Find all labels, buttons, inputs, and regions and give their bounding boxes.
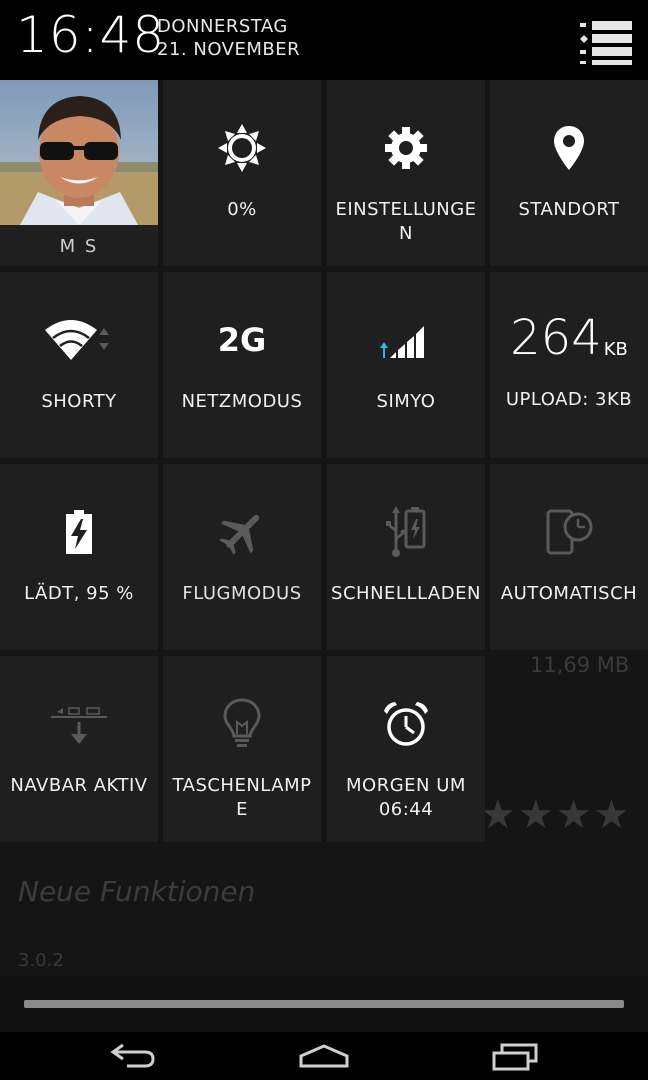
tile-mobile-data[interactable]: SIMYO bbox=[327, 272, 485, 458]
tile-network-mode[interactable]: 2G NETZMODUS bbox=[163, 272, 321, 458]
lightbulb-icon bbox=[163, 696, 321, 752]
tile-battery[interactable]: LÄDT, 95 % bbox=[0, 464, 158, 650]
brightness-sun-icon bbox=[163, 120, 321, 176]
airplane-icon bbox=[163, 504, 321, 560]
user-name: M S bbox=[59, 236, 99, 257]
tile-airplane[interactable]: FLUGMODUS bbox=[163, 464, 321, 650]
navbar-label: NAVBAR AKTIV bbox=[10, 775, 148, 796]
battery-charging-icon bbox=[0, 504, 158, 560]
network-mode-icon: 2G bbox=[163, 312, 321, 368]
clock[interactable]: 16:48 bbox=[16, 6, 165, 64]
tile-traffic[interactable]: 264 KB UPLOAD: 3KB bbox=[490, 272, 648, 458]
traffic-label: UPLOAD: 3KB bbox=[505, 389, 633, 410]
tile-flashlight[interactable]: TASCHENLAMPE bbox=[163, 656, 321, 842]
whats-new-heading: Neue Funktionen bbox=[18, 875, 256, 908]
tile-wifi[interactable]: SHORTY bbox=[0, 272, 158, 458]
flashlight-label: TASCHENLAMPE bbox=[172, 775, 312, 820]
list-settings-icon[interactable] bbox=[578, 18, 634, 66]
traffic-unit: KB bbox=[603, 339, 628, 360]
date[interactable]: 21. NOVEMBER bbox=[157, 39, 300, 60]
tile-navbar[interactable]: NAVBAR AKTIV bbox=[0, 656, 158, 842]
tile-alarm[interactable]: MORGEN UM 06:44 bbox=[327, 656, 485, 842]
navigation-bar bbox=[0, 1032, 648, 1080]
auto-rotate-label: AUTOMATISCH bbox=[500, 583, 638, 604]
airplane-label: FLUGMODUS bbox=[182, 583, 302, 604]
network-mode-text: 2G bbox=[217, 321, 267, 359]
version-text: 3.0.2 bbox=[18, 950, 64, 971]
tile-fast-charge[interactable]: SCHNELLLADEN bbox=[327, 464, 485, 650]
location-pin-icon bbox=[490, 120, 648, 176]
quick-settings-panel: M S 0% EINSTELLUNGEN STANDORT SHORTY 2G … bbox=[0, 80, 648, 848]
status-header: 16:48 DONNERSTAG 21. NOVEMBER bbox=[0, 0, 648, 80]
drawer-handle-fill bbox=[24, 1000, 624, 1008]
fast-charge-label: SCHNELLLADEN bbox=[331, 583, 481, 604]
settings-label: EINSTELLUNGEN bbox=[335, 199, 477, 244]
weekday[interactable]: DONNERSTAG bbox=[157, 16, 288, 37]
mobile-data-label: SIMYO bbox=[376, 391, 436, 412]
tile-brightness[interactable]: 0% bbox=[163, 80, 321, 266]
tile-auto-rotate[interactable]: AUTOMATISCH bbox=[490, 464, 648, 650]
drawer-handle[interactable] bbox=[24, 1000, 624, 1008]
alarm-label: MORGEN UM 06:44 bbox=[346, 775, 466, 820]
tile-settings[interactable]: EINSTELLUNGEN bbox=[327, 80, 485, 266]
gear-icon bbox=[327, 120, 485, 176]
network-mode-label: NETZMODUS bbox=[181, 391, 303, 412]
usb-charge-icon bbox=[327, 504, 485, 560]
user-avatar bbox=[0, 80, 158, 225]
navbar-icon bbox=[0, 696, 158, 752]
alarm-clock-icon bbox=[327, 696, 485, 752]
traffic-value: 264 KB bbox=[490, 310, 648, 366]
battery-label: LÄDT, 95 % bbox=[24, 583, 134, 604]
signal-bars-icon bbox=[327, 312, 485, 368]
tile-location[interactable]: STANDORT bbox=[490, 80, 648, 266]
recents-icon[interactable] bbox=[475, 1036, 555, 1076]
brightness-label: 0% bbox=[227, 199, 257, 220]
back-icon[interactable] bbox=[94, 1036, 174, 1076]
phone-timer-icon bbox=[490, 504, 648, 560]
location-label: STANDORT bbox=[518, 199, 620, 220]
wifi-icon bbox=[0, 312, 158, 368]
traffic-number: 264 bbox=[510, 310, 602, 366]
tile-user[interactable]: M S bbox=[0, 80, 158, 266]
wifi-label: SHORTY bbox=[41, 391, 117, 412]
home-icon[interactable] bbox=[284, 1036, 364, 1076]
